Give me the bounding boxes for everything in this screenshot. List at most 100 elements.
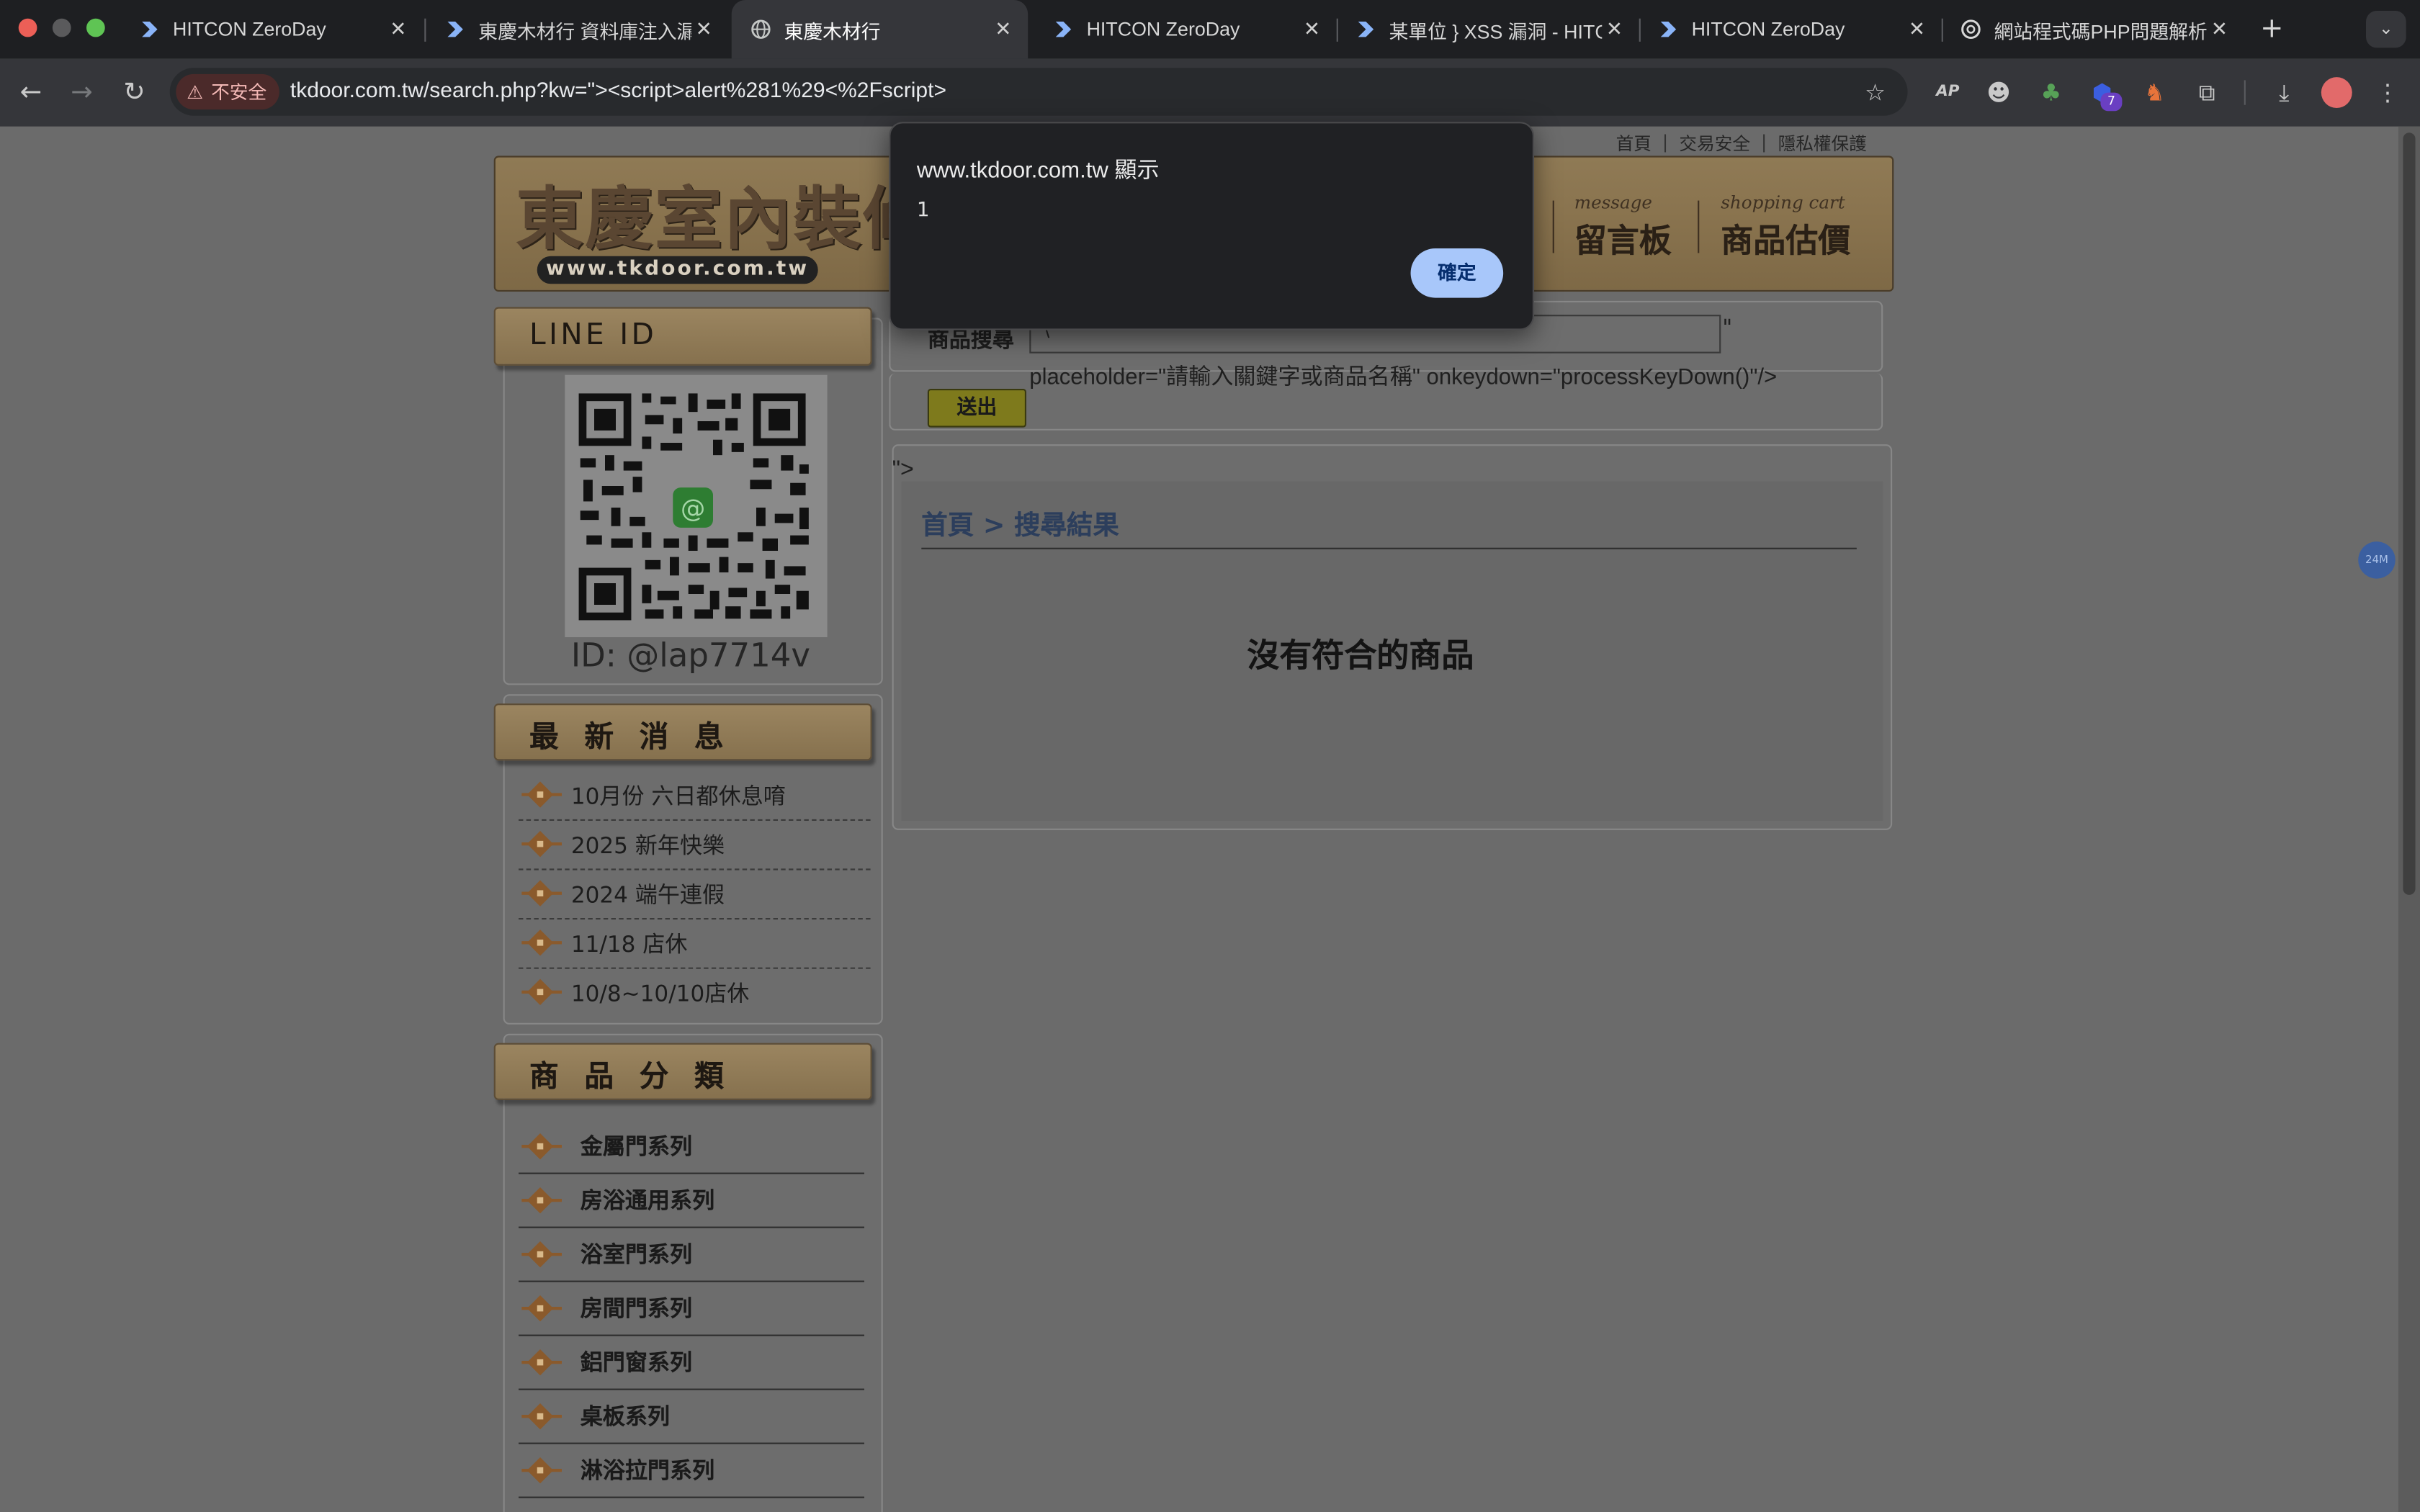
tk-bullet-icon [521, 1240, 562, 1267]
news-item-label: 10/8~10/10店休 [570, 981, 750, 1007]
close-tab-icon[interactable]: ✕ [1904, 18, 1929, 41]
globe-favicon-icon [750, 19, 771, 40]
floating-memory-badge[interactable]: 24M [2358, 541, 2396, 579]
category-item-label: 淋浴拉門系列 [580, 1459, 715, 1485]
download-icon[interactable]: ⤓ [2269, 77, 2300, 108]
tk-bullet-icon [521, 1294, 562, 1321]
new-tab-button[interactable]: + [2257, 13, 2287, 45]
zeroday-favicon-icon [1355, 19, 1376, 40]
tab-title: HITCON ZeroDay [1086, 18, 1240, 40]
line-id-header-text: LINE ID [529, 318, 658, 352]
category-item[interactable]: 房間門系列 [519, 1281, 864, 1336]
tab-6[interactable]: HITCON ZeroDay ✕ [1639, 0, 1942, 58]
banner-divider [1552, 200, 1554, 253]
site-logo-url: www.tkdoor.com.tw [537, 256, 818, 284]
news-item[interactable]: 10月份 六日都休息唷 [519, 770, 871, 821]
category-item[interactable]: 房浴通用系列 [519, 1173, 864, 1228]
tab-4[interactable]: HITCON ZeroDay ✕ [1034, 0, 1337, 58]
minimize-window-button[interactable] [52, 18, 71, 37]
site-logo[interactable]: 東慶室內裝修 [516, 163, 933, 262]
category-header-text: 商 品 分 類 [529, 1060, 732, 1094]
profile-avatar[interactable] [2321, 77, 2352, 108]
top-link-home[interactable]: 首頁 [1616, 131, 1652, 156]
nav-shopping-cart[interactable]: 商品估價 [1721, 216, 1850, 262]
tk-bullet-icon [521, 880, 562, 906]
news-item[interactable]: 10/8~10/10店休 [519, 968, 871, 1017]
tk-bullet-icon [521, 1456, 562, 1483]
zeroday-favicon-icon [1657, 19, 1679, 40]
extension-tree-icon[interactable]: ♣ [2035, 77, 2066, 108]
category-item[interactable]: 鋁門窗系列 [519, 1335, 864, 1390]
tab-title: 東慶木材行 資料庫注入漏洞 [478, 20, 691, 42]
close-tab-icon[interactable]: ✕ [991, 18, 1016, 41]
news-item-label: 10月份 六日都休息唷 [570, 784, 786, 809]
close-tab-icon[interactable]: ✕ [691, 18, 716, 41]
injected-quote-text: " [1722, 316, 1733, 341]
extension-mask-icon[interactable]: ☻ [1984, 77, 2015, 108]
category-item-label: 房浴通用系列 [580, 1189, 715, 1215]
close-tab-icon[interactable]: ✕ [2207, 18, 2231, 41]
svg-text:@: @ [681, 495, 705, 523]
alert-title: www.tkdoor.com.tw 顯示 [916, 158, 1160, 184]
close-tab-icon[interactable]: ✕ [1602, 18, 1626, 41]
category-item-label: 房間門系列 [580, 1297, 693, 1323]
zeroday-favicon-icon [444, 19, 466, 40]
tk-bullet-icon [521, 978, 562, 1006]
category-item-label: 桌板系列 [580, 1405, 670, 1431]
tab-2[interactable]: 東慶木材行 資料庫注入漏洞 ✕ [426, 0, 728, 58]
tk-bullet-icon [521, 1402, 562, 1429]
close-tab-icon[interactable]: ✕ [1299, 18, 1324, 41]
maximize-window-button[interactable] [86, 18, 105, 37]
menu-kebab-icon[interactable]: ⋮ [2372, 77, 2403, 108]
tk-bullet-icon [521, 1348, 562, 1375]
top-link-privacy[interactable]: 隱私權保護 [1778, 131, 1867, 156]
link-separator: | [1761, 131, 1767, 153]
scrollbar-thumb[interactable] [2403, 132, 2416, 895]
tk-bullet-icon [521, 1132, 562, 1159]
news-item[interactable]: 2025 新年快樂 [519, 819, 871, 870]
category-item[interactable]: 桌板系列 [519, 1389, 864, 1444]
news-item[interactable]: 2024 端午連假 [519, 868, 871, 920]
bookmark-star-icon[interactable]: ☆ [1860, 77, 1891, 108]
injected-attribute-text: placeholder="請輸入關鍵字或商品名稱" onkeydown="pro… [1029, 365, 1778, 391]
tab-title: 某單位 } XSS 漏洞 - HITCON [1389, 20, 1603, 42]
news-item-label: 2025 新年快樂 [570, 834, 725, 859]
extension-fox-icon[interactable]: ♞ [2139, 77, 2170, 108]
not-secure-badge[interactable]: ⚠ 不安全 [176, 73, 279, 110]
close-tab-icon[interactable]: ✕ [386, 18, 411, 41]
breadcrumb[interactable]: 首頁 > 搜尋結果 [921, 503, 1119, 541]
tab-7[interactable]: 網站程式碼PHP問題解析 ✕ [1942, 0, 2244, 58]
category-item-label: 金屬門系列 [580, 1135, 693, 1161]
category-item-label: 鋁門窗系列 [580, 1351, 693, 1377]
top-link-trade-safety[interactable]: 交易安全 [1679, 131, 1750, 156]
extensions-puzzle-icon[interactable]: ⧉ [2192, 77, 2223, 108]
nav-message-board[interactable]: 留言板 [1574, 216, 1672, 262]
injected-tag-close-text: "> [892, 456, 914, 483]
banner-divider [1698, 200, 1700, 253]
warning-triangle-icon: ⚠ [187, 81, 204, 103]
close-window-button[interactable] [18, 18, 37, 37]
tab-3-active[interactable]: 東慶木材行 ✕ [731, 0, 1028, 59]
category-item[interactable]: 淋浴拉門系列 [519, 1443, 864, 1498]
reload-button[interactable]: ↻ [119, 77, 150, 108]
back-button[interactable]: ← [15, 77, 46, 108]
tab-5[interactable]: 某單位 } XSS 漏洞 - HITCON ✕ [1337, 0, 1639, 58]
search-submit-button[interactable]: 送出 [927, 389, 1026, 428]
category-item[interactable]: 浴室門系列 [519, 1227, 864, 1282]
toolbar-divider [2244, 80, 2246, 105]
url-text[interactable]: tkdoor.com.tw/search.php?kw="><script>al… [290, 77, 946, 102]
nav-cart-en[interactable]: shopping cart [1721, 192, 1845, 213]
tab-search-button[interactable]: ⌄ [2366, 11, 2406, 48]
forward-button[interactable]: → [66, 77, 97, 108]
breadcrumb-divider [921, 547, 1857, 549]
nav-message-en[interactable]: message [1574, 192, 1652, 213]
news-item[interactable]: 11/18 店休 [519, 918, 871, 969]
zeroday-favicon-icon [139, 19, 161, 40]
extension-ap-icon[interactable]: AP [1932, 77, 1963, 108]
tab-1[interactable]: HITCON ZeroDay ✕ [120, 0, 423, 58]
link-separator: | [1662, 131, 1669, 153]
alert-ok-button[interactable]: 確定 [1410, 248, 1504, 298]
category-item[interactable]: 金屬門系列 [519, 1119, 864, 1174]
line-id-text: ID: @lap7714v [570, 637, 811, 675]
news-header-text: 最 新 消 息 [529, 720, 732, 755]
